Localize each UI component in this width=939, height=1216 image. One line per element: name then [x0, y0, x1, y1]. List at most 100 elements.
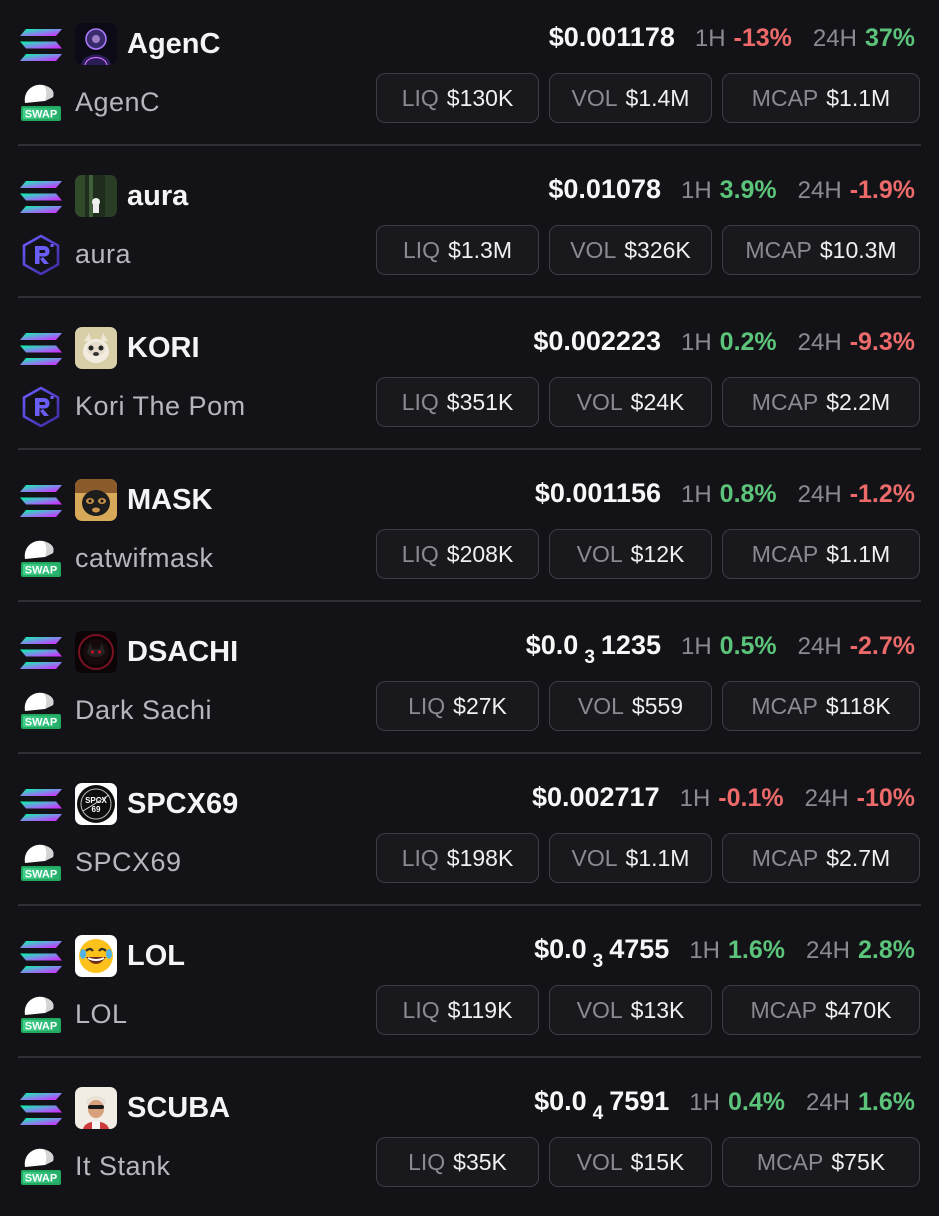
token-name: catwifmask: [75, 543, 214, 573]
market-cap-value: $2.2M: [826, 388, 891, 415]
token-price: $0.01078: [548, 174, 661, 205]
token-name: It Stank: [75, 1151, 171, 1181]
swap-icon: SWAP: [21, 1148, 61, 1185]
change-1h-label: 1H: [680, 481, 712, 508]
change-24h-label: 24H: [797, 177, 842, 204]
liquidity-pill[interactable]: LIQ $35K: [376, 1137, 539, 1187]
market-cap-pill[interactable]: MCAP $10.3M: [722, 225, 920, 275]
token-row-mask[interactable]: MASK SWAP catwifmask $0.001156 1H 0.8% 2…: [0, 456, 939, 608]
price-tail: 4755: [609, 934, 670, 964]
change-1h-label: 1H: [689, 937, 720, 964]
price-main: $0.002223: [533, 326, 661, 356]
volume-pill[interactable]: VOL $12K: [549, 529, 712, 579]
market-cap-value: $10.3M: [819, 236, 897, 263]
price-line: $0.0 4 7591 1H 0.4% 24H 1.6%: [534, 1086, 915, 1126]
liquidity-pill[interactable]: LIQ $130K: [376, 73, 539, 123]
mask-avatar-icon: [75, 479, 117, 521]
liquidity-label: LIQ: [401, 844, 439, 871]
market-cap-pill[interactable]: MCAP $118K: [722, 681, 920, 731]
volume-value: $15K: [630, 1148, 685, 1175]
token-row-kori[interactable]: KORI Kori The Pom $0.002223 1H 0.2% 24H …: [0, 304, 939, 456]
market-cap-pill[interactable]: MCAP $75K: [722, 1137, 920, 1187]
volume-value: $24K: [630, 388, 685, 415]
price-line: $0.0 3 4755 1H 1.6% 24H 2.8%: [534, 934, 915, 974]
price-zero-count: 3: [584, 647, 595, 668]
volume-pill[interactable]: VOL $15K: [549, 1137, 712, 1187]
volume-pill[interactable]: VOL $24K: [549, 377, 712, 427]
liquidity-pill[interactable]: LIQ $208K: [376, 529, 539, 579]
price-main: $0.001178: [548, 22, 675, 52]
liquidity-pill[interactable]: LIQ $351K: [376, 377, 539, 427]
stats-pills: LIQ $198K VOL $1.1M MCAP $2.7M: [376, 833, 920, 883]
stats-pills: LIQ $35K VOL $15K MCAP $75K: [376, 1137, 920, 1187]
token-price: $0.001178: [549, 22, 675, 53]
market-cap-label: MCAP: [751, 388, 819, 415]
volume-pill[interactable]: VOL $13K: [549, 985, 712, 1035]
volume-label: VOL: [576, 996, 623, 1023]
solana-icon: [20, 1093, 62, 1125]
change-1h-value: -13%: [733, 24, 792, 52]
token-symbol: aura: [127, 180, 189, 212]
market-cap-label: MCAP: [751, 84, 819, 111]
volume-pill[interactable]: VOL $326K: [549, 225, 712, 275]
raydium-icon: [22, 234, 60, 275]
liquidity-pill[interactable]: LIQ $1.3M: [376, 225, 539, 275]
change-1h-value: 0.8%: [719, 480, 777, 508]
token-row-dsachi[interactable]: DSACHI SWAP Dark Sachi $0.0 3 1235 1H 0.5%…: [0, 608, 939, 760]
svg-text:SWAP: SWAP: [25, 869, 57, 881]
row-divider: [18, 752, 921, 754]
volume-value: $13K: [630, 996, 685, 1023]
change-1h-value: 1.6%: [728, 936, 785, 964]
change-1h-label: 1H: [694, 25, 726, 52]
aura-avatar-icon: [75, 175, 117, 217]
volume-pill[interactable]: VOL $1.4M: [549, 73, 712, 123]
liquidity-pill[interactable]: LIQ $198K: [376, 833, 539, 883]
token-row-lol[interactable]: LOL SWAP LOL $0.0 3 4755 1H 1.6% 24H 2.8% …: [0, 912, 939, 1064]
token-name: Dark Sachi: [75, 695, 213, 725]
dsachi-avatar-icon: [75, 631, 117, 673]
market-cap-pill[interactable]: MCAP $470K: [722, 985, 920, 1035]
token-price: $0.002223: [533, 326, 661, 357]
market-cap-value: $470K: [824, 996, 892, 1023]
price-zero-count: 3: [592, 951, 604, 972]
token-row-aura[interactable]: aura aura $0.01078 1H 3.9% 24H -1.9% LIQ…: [0, 152, 939, 304]
change-1h-value: -0.1%: [718, 784, 784, 812]
token-row-agenc[interactable]: AgenC SWAP AgenC $0.001178 1H -13% 24H 3…: [0, 0, 939, 152]
stats-pills: LIQ $351K VOL $24K MCAP $2.2M: [376, 377, 920, 427]
market-cap-pill[interactable]: MCAP $2.7M: [722, 833, 920, 883]
price-tail: 1235: [600, 630, 661, 660]
liquidity-value: $27K: [453, 692, 507, 719]
kori-avatar-icon: [75, 327, 117, 369]
volume-value: $1.1M: [625, 844, 690, 871]
price-main: $0.0: [525, 630, 579, 660]
market-cap-label: MCAP: [756, 1148, 824, 1175]
price-line: $0.001156 1H 0.8% 24H -1.2%: [535, 478, 915, 518]
volume-pill[interactable]: VOL $1.1M: [549, 833, 712, 883]
volume-label: VOL: [576, 540, 623, 567]
market-cap-value: $75K: [831, 1148, 886, 1175]
token-symbol: LOL: [127, 940, 185, 972]
liquidity-label: LIQ: [402, 236, 441, 263]
token-price: $0.0 3 4755: [534, 934, 670, 972]
change-1h-label: 1H: [679, 785, 711, 812]
market-cap-pill[interactable]: MCAP $1.1M: [722, 73, 920, 123]
liquidity-pill[interactable]: LIQ $119K: [376, 985, 539, 1035]
token-row-spcx69[interactable]: SPCX 69 SPCX69 SWAP SPCX69 $0.002717 1H -…: [0, 760, 939, 912]
market-cap-value: $1.1M: [826, 540, 891, 567]
change-24h-value: -10%: [856, 784, 915, 812]
liquidity-pill[interactable]: LIQ $27K: [376, 681, 539, 731]
volume-label: VOL: [570, 236, 617, 263]
solana-icon: [20, 941, 62, 973]
token-row-scuba[interactable]: SCUBA SWAP It Stank $0.0 4 7591 1H 0.4% 24…: [0, 1064, 939, 1216]
change-24h-label: 24H: [797, 481, 842, 508]
change-1h-label: 1H: [680, 633, 712, 660]
token-price: $0.002717: [532, 782, 660, 813]
row-divider: [18, 448, 921, 450]
token-name: Kori The Pom: [75, 391, 246, 421]
change-1h-value: 0.2%: [719, 328, 777, 356]
row-divider: [18, 904, 921, 906]
liquidity-value: $119K: [447, 996, 513, 1023]
market-cap-pill[interactable]: MCAP $2.2M: [722, 377, 920, 427]
volume-pill[interactable]: VOL $559: [549, 681, 712, 731]
market-cap-pill[interactable]: MCAP $1.1M: [722, 529, 920, 579]
